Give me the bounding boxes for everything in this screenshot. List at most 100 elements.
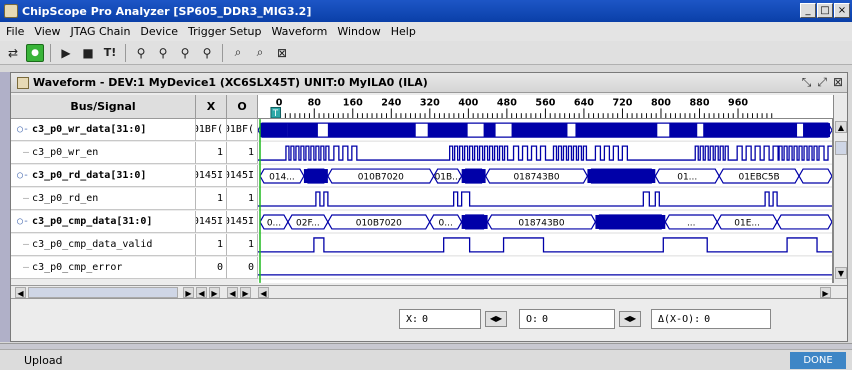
ruler-tick-label: 0 <box>276 98 283 109</box>
tree-branch-icon: — <box>17 239 30 250</box>
scroll-thumb[interactable] <box>835 141 847 155</box>
bus-value-label: 0... <box>439 218 453 228</box>
bus-value-label: 01... <box>677 173 697 183</box>
ruler-tick-label: 80 <box>308 98 322 109</box>
bus-dense-region <box>461 169 486 184</box>
signal-name-cell[interactable]: — c3_p0_cmp_data_valid <box>11 234 196 256</box>
waveform-window-controls: ⤡ ⤢ ⊠ <box>802 75 843 90</box>
maximize-button[interactable]: □ <box>817 3 833 18</box>
wave-scroll-right-icon[interactable]: ▶ <box>820 287 831 298</box>
bus-expand-icon[interactable]: ○- <box>17 170 29 181</box>
menu-window[interactable]: Window <box>337 25 380 38</box>
bus-segment <box>798 168 832 184</box>
bus-dense-region <box>303 169 328 184</box>
delta-cursor-value: 0 <box>704 313 711 325</box>
bus-value-label: 02F... <box>296 218 320 228</box>
x-value-cell: 01BF( <box>196 119 227 141</box>
find-icon[interactable]: ⌕ <box>229 44 247 62</box>
vertical-scrollbar[interactable]: ▲ ▼ <box>833 95 847 283</box>
o-value-cell: 01BF( <box>227 119 258 141</box>
menu-help[interactable]: Help <box>391 25 416 38</box>
jtag-chain-icon[interactable]: ⇄ <box>4 44 22 62</box>
bus-expand-icon[interactable]: ○- <box>17 124 29 135</box>
find-next-icon[interactable]: ⌕ <box>251 44 269 62</box>
name-scroll-thumb[interactable] <box>28 287 178 298</box>
signal-name-cell[interactable]: — c3_p0_rd_en <box>11 188 196 210</box>
play-icon[interactable]: ▶ <box>57 44 75 62</box>
ruler-tick-label: 960 <box>728 98 748 109</box>
bit-waveform <box>258 145 832 161</box>
menu-view[interactable]: View <box>34 25 60 38</box>
signal-name-cell[interactable]: ○- c3_p0_rd_data[31:0] <box>11 165 196 187</box>
scroll-up-arrow-icon[interactable]: ▲ <box>835 121 847 133</box>
ruler-tick-label: 400 <box>458 98 478 109</box>
zoom-out-icon[interactable]: ⚲ <box>154 44 172 62</box>
restore-icon[interactable]: ⤡ <box>802 75 812 90</box>
delta-cursor-field: Δ(X-O): 0 <box>651 309 771 329</box>
bus-dense-region <box>327 123 416 138</box>
column-header-x[interactable]: X <box>196 95 227 119</box>
maximize-icon[interactable]: ⤢ <box>817 75 827 90</box>
o-scroll-right-icon[interactable]: ▶ <box>240 287 251 298</box>
bus-dense-region <box>803 123 831 138</box>
waveform-canvas[interactable]: 014... 010B7020 01B... 018743B0 01... 01EBC5B… <box>258 119 833 283</box>
waveform-window-title: Waveform - DEV:1 MyDevice1 (XC6SLX45T) U… <box>33 76 428 89</box>
menu-device[interactable]: Device <box>140 25 178 38</box>
chipscope-app-icon[interactable] <box>4 4 18 18</box>
x-cursor-stepper-icon[interactable]: ◀▶ <box>485 311 507 327</box>
signal-name: c3_p0_cmp_error <box>32 262 123 273</box>
scroll-down-arrow-icon[interactable]: ▼ <box>835 267 847 279</box>
close-button[interactable]: × <box>834 3 850 18</box>
o-cursor-stepper-icon[interactable]: ◀▶ <box>619 311 641 327</box>
signal-name: c3_p0_cmp_data_valid <box>32 239 153 250</box>
x-cursor-label: X: <box>406 313 419 325</box>
menu-file[interactable]: File <box>6 25 24 38</box>
wave-scroll-left-icon[interactable]: ◀ <box>258 287 269 298</box>
x-value-cell: 0145I <box>196 165 227 187</box>
signal-name-cell[interactable]: ○- c3_p0_wr_data[31:0] <box>11 119 196 141</box>
tree-branch-icon: — <box>17 193 30 204</box>
run-icon[interactable]: ● <box>26 43 44 62</box>
time-ruler[interactable]: 0 80 160 240 320 400 480 560 640 720 800 880 960 T <box>258 95 833 119</box>
x-cursor-field[interactable]: X: 0 <box>399 309 481 329</box>
app-window: ChipScope Pro Analyzer [SP605_DDR3_MIG3.… <box>0 0 852 370</box>
signal-name-cell[interactable]: — c3_p0_wr_en <box>11 142 196 164</box>
name-scroll-left-icon[interactable]: ◀ <box>15 287 26 298</box>
horizontal-scroll-row: ◀ ▶ ◀ ▶ ◀ ▶ ◀ ▶ <box>11 285 847 299</box>
o-scroll-left-icon[interactable]: ◀ <box>227 287 238 298</box>
trigger-immediate-icon[interactable]: T! <box>101 44 119 62</box>
o-cursor-field[interactable]: O: 0 <box>519 309 615 329</box>
x-scroll-left-icon[interactable]: ◀ <box>196 287 207 298</box>
x-scroll-right-icon[interactable]: ▶ <box>209 287 220 298</box>
bus-dense-region <box>575 123 658 138</box>
menu-jtag-chain[interactable]: JTAG Chain <box>71 25 131 38</box>
window-controls: _ □ × <box>800 3 850 18</box>
stop-icon[interactable]: ■ <box>79 44 97 62</box>
bus-expand-icon[interactable]: ○- <box>17 216 29 227</box>
menu-waveform[interactable]: Waveform <box>272 25 328 38</box>
minimize-button[interactable]: _ <box>800 3 816 18</box>
trigger-marker-label: T <box>272 109 279 119</box>
zoom-in-icon[interactable]: ⚲ <box>132 44 150 62</box>
o-value-cell: 1 <box>227 234 258 256</box>
ruler-tick-label: 560 <box>535 98 555 109</box>
signal-name-cell[interactable]: — c3_p0_cmp_error <box>11 257 196 279</box>
bus-dense-region <box>703 123 798 138</box>
ruler-tick-label: 640 <box>574 98 594 109</box>
zoom-fit-icon[interactable]: ⊠ <box>273 44 291 62</box>
workspace-left-strip <box>0 72 10 342</box>
bus-value-label: 018743B0 <box>518 218 564 228</box>
name-scroll-right-icon[interactable]: ▶ <box>183 287 194 298</box>
menu-trigger-setup[interactable]: Trigger Setup <box>188 25 261 38</box>
x-value-cell: 1 <box>196 234 227 256</box>
ruler-tick-label: 480 <box>497 98 517 109</box>
close-icon[interactable]: ⊠ <box>833 75 843 90</box>
bus-dense-region <box>595 214 666 229</box>
waveform-window-icon <box>17 76 29 89</box>
signal-name-cell[interactable]: ○- c3_p0_cmp_data[31:0] <box>11 211 196 233</box>
zoom-in-alt-icon[interactable]: ⚲ <box>176 44 194 62</box>
column-header-bus-signal[interactable]: Bus/Signal <box>11 95 196 119</box>
zoom-out-alt-icon[interactable]: ⚲ <box>198 44 216 62</box>
column-header-o[interactable]: O <box>227 95 258 119</box>
signal-name: c3_p0_rd_data[31:0] <box>32 170 147 181</box>
